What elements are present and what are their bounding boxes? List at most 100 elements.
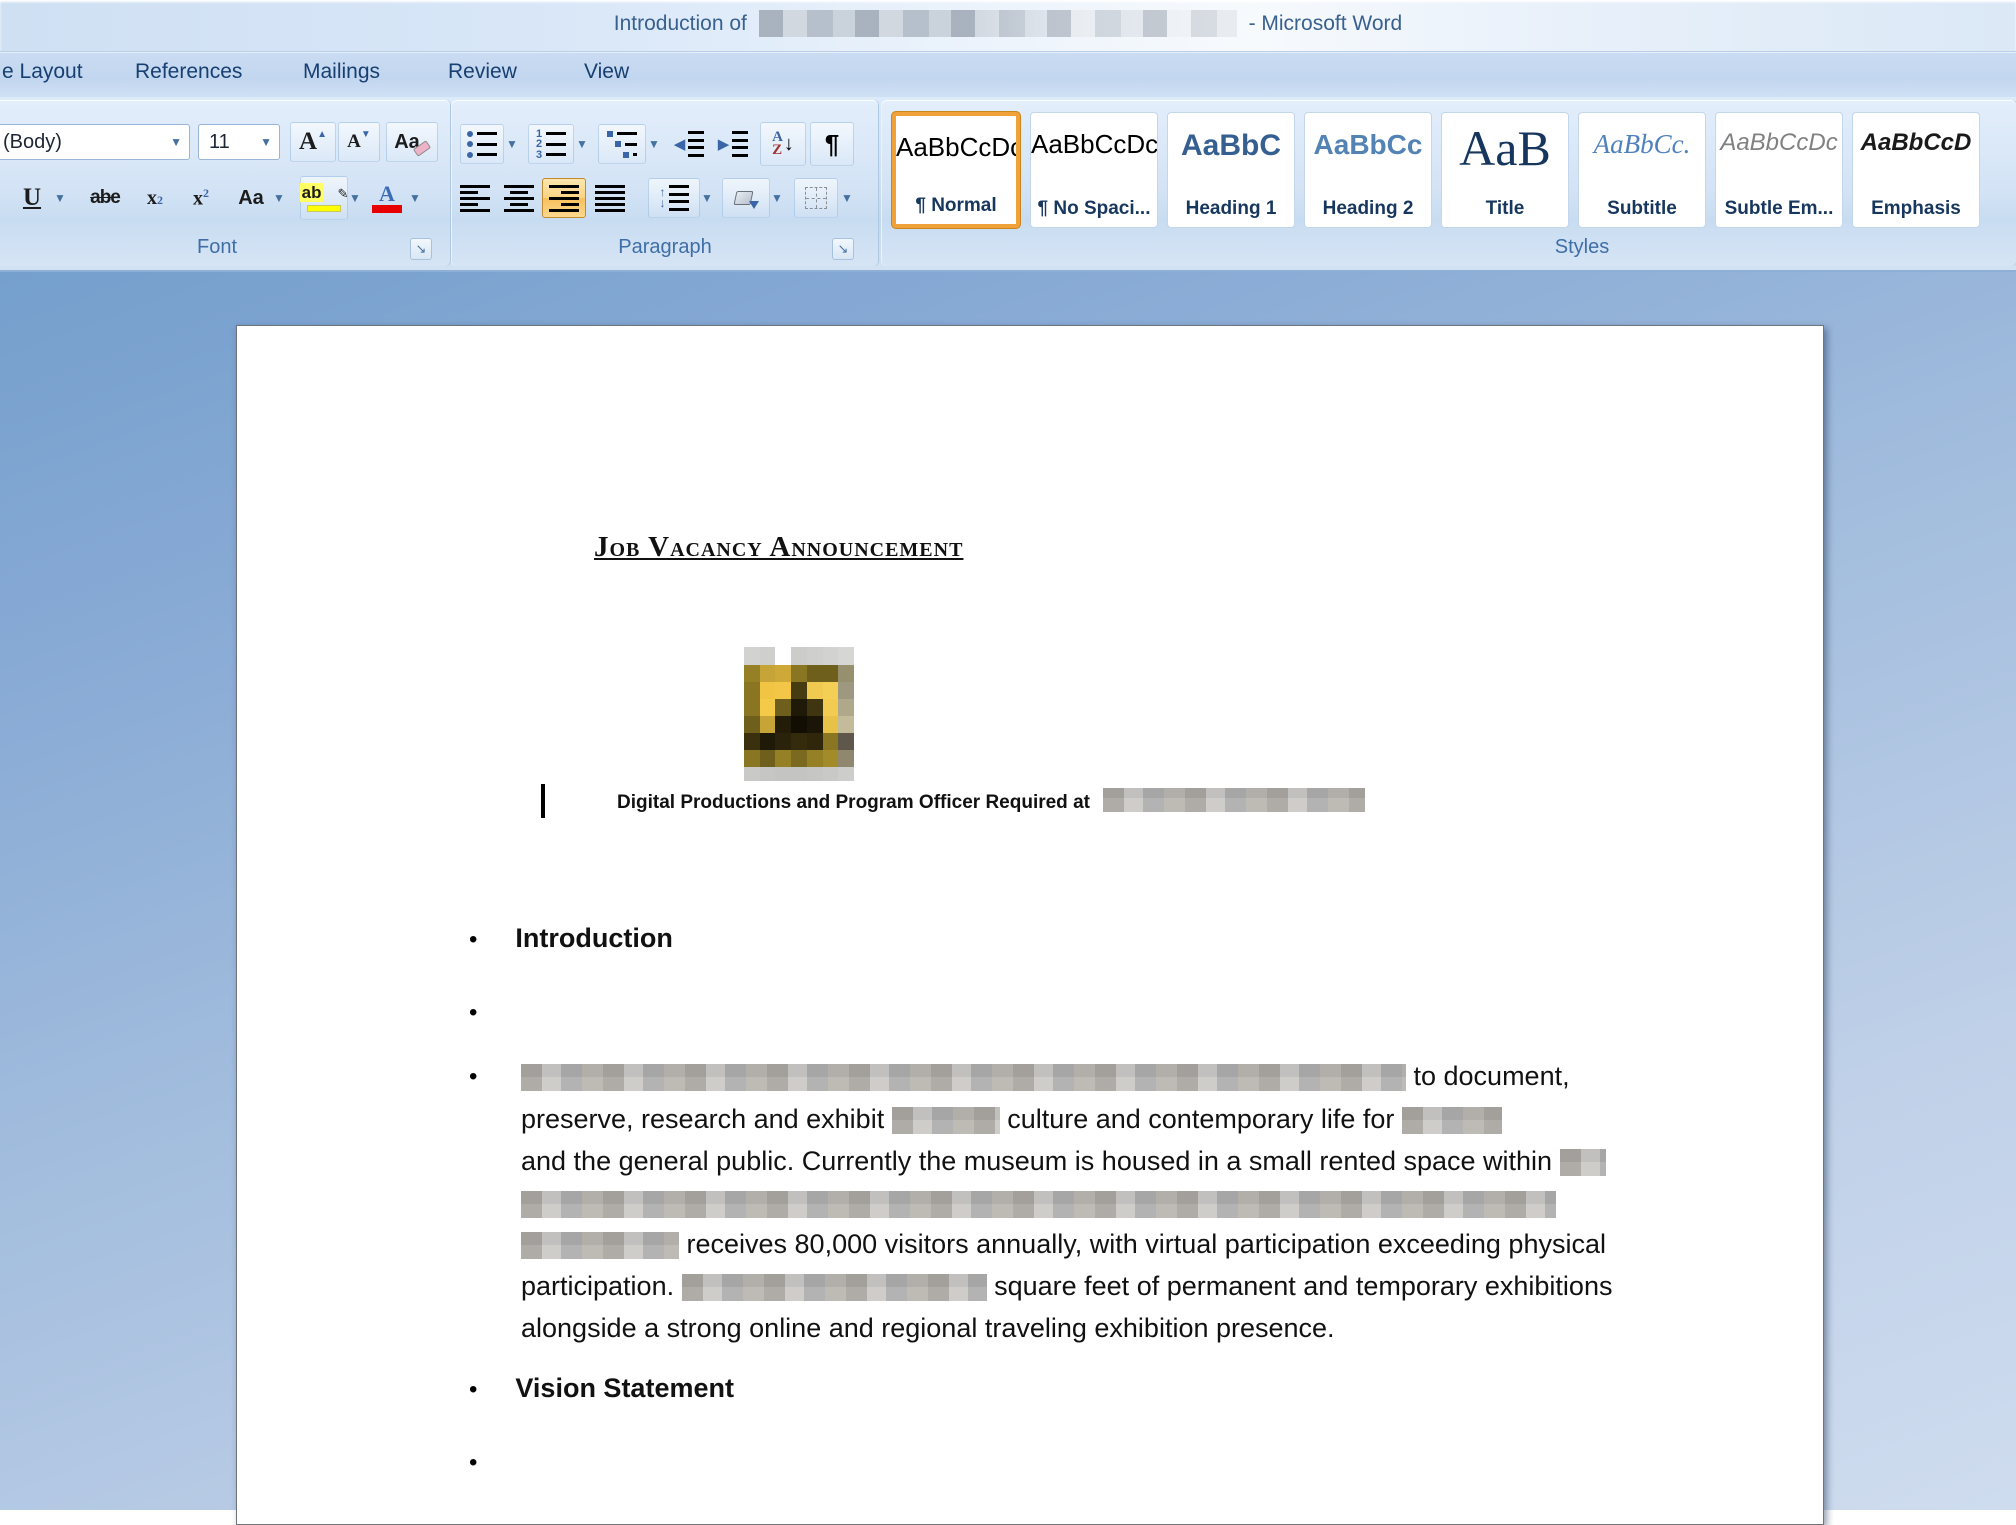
logo-pixel <box>838 767 854 781</box>
shading-button[interactable] <box>722 178 770 218</box>
organization-logo <box>744 647 854 781</box>
logo-pixel <box>760 682 776 699</box>
line-spacing-button[interactable]: ↑↓ <box>648 178 700 218</box>
clear-formatting-button[interactable]: Aa <box>386 122 438 162</box>
superscript-button[interactable]: x2 <box>180 178 222 218</box>
body-text: and the general public. Currently the mu… <box>521 1146 1560 1176</box>
logo-pixel <box>744 716 760 733</box>
logo-pixel <box>791 682 807 699</box>
borders-dropdown[interactable]: ▼ <box>840 190 854 206</box>
logo-pixel <box>791 750 807 767</box>
font-group-label: Font <box>0 236 450 262</box>
redacted-text <box>1103 788 1365 812</box>
multilevel-list-button[interactable] <box>598 124 646 164</box>
chevron-down-icon[interactable]: ▼ <box>260 135 272 149</box>
logo-pixel <box>838 733 854 750</box>
justify-button[interactable] <box>588 178 632 218</box>
paragraph-dialog-launcher[interactable]: ↘ <box>832 238 854 260</box>
tab-view[interactable]: View <box>584 60 629 84</box>
highlight-icon: ab✎ <box>300 184 349 212</box>
grow-font-button[interactable]: A▲ <box>290 122 336 162</box>
numbering-dropdown[interactable]: ▼ <box>574 136 590 152</box>
font-color-bar <box>372 205 402 213</box>
shrink-font-button[interactable]: A▼ <box>338 122 380 162</box>
highlight-color-bar <box>307 205 341 212</box>
chevron-down-icon[interactable]: ▼ <box>170 135 182 149</box>
logo-pixel <box>760 767 776 781</box>
increase-indent-icon: ▶ <box>718 131 749 157</box>
style-emphasis[interactable]: AaBbCcD Emphasis <box>1852 112 1980 228</box>
show-paragraph-marks-button[interactable]: ¶ <box>810 122 854 166</box>
window-title-prefix: Introduction of <box>614 12 747 35</box>
highlight-button[interactable]: ab✎ <box>300 176 348 220</box>
decrease-indent-button[interactable]: ◀ <box>668 124 710 164</box>
bullets-button[interactable] <box>460 124 504 164</box>
logo-pixel <box>838 699 854 716</box>
tab-review[interactable]: Review <box>448 60 517 84</box>
align-right-icon <box>549 185 579 212</box>
style-heading-2[interactable]: AaBbCc Heading 2 <box>1304 112 1432 228</box>
font-size-value: 11 <box>209 131 230 154</box>
change-case-dropdown[interactable]: ▼ <box>272 190 286 206</box>
body-text: alongside a strong online and regional t… <box>521 1313 1335 1343</box>
redacted-text <box>1560 1149 1606 1176</box>
highlight-dropdown[interactable]: ▼ <box>348 190 362 206</box>
tab-mailings[interactable]: Mailings <box>303 60 380 84</box>
shrink-font-icon: A <box>347 131 361 153</box>
numbering-button[interactable]: 1 2 3 <box>528 124 574 164</box>
redacted-text <box>682 1274 987 1301</box>
font-name-combobox[interactable]: (Body) ▼ <box>0 124 190 160</box>
shading-dropdown[interactable]: ▼ <box>770 190 784 206</box>
down-triangle-icon: ▼ <box>361 129 371 140</box>
tab-references[interactable]: References <box>135 60 242 84</box>
font-color-button[interactable]: A <box>366 176 408 220</box>
font-color-dropdown[interactable]: ▼ <box>408 190 422 206</box>
font-size-combobox[interactable]: 11 ▼ <box>198 124 280 160</box>
style-no-spacing[interactable]: AaBbCcDc ¶ No Spaci... <box>1030 112 1158 228</box>
subscript-icon: x2 <box>147 187 163 210</box>
increase-indent-button[interactable]: ▶ <box>712 124 754 164</box>
bullet-heading-text: Vision Statement <box>515 1373 734 1403</box>
sort-button[interactable]: AZ ↓ <box>760 122 806 166</box>
logo-pixel <box>760 750 776 767</box>
align-left-button[interactable] <box>454 178 496 218</box>
borders-button[interactable] <box>794 178 838 218</box>
body-text: preserve, research and exhibit <box>521 1104 892 1134</box>
align-right-button[interactable] <box>542 178 586 218</box>
change-case-button[interactable]: Aa <box>230 178 272 218</box>
bullets-dropdown[interactable]: ▼ <box>504 136 520 152</box>
paragraph-group-label: Paragraph <box>452 236 878 262</box>
underline-dropdown[interactable]: ▼ <box>52 190 68 206</box>
font-dialog-launcher[interactable]: ↘ <box>410 238 432 260</box>
subscript-button[interactable]: x2 <box>134 178 176 218</box>
style-title[interactable]: AaB Title <box>1441 112 1569 228</box>
up-triangle-icon: ▲ <box>317 129 327 140</box>
logo-pixel <box>760 647 776 665</box>
logo-pixel <box>807 647 823 665</box>
align-center-button[interactable] <box>498 178 540 218</box>
underline-button[interactable]: U <box>12 178 52 218</box>
logo-pixel <box>760 733 776 750</box>
body-text: participation. <box>521 1271 682 1301</box>
style-heading-1[interactable]: AaBbC Heading 1 <box>1167 112 1295 228</box>
logo-pixel <box>823 647 839 665</box>
style-normal[interactable]: AaBbCcDc ¶ Normal <box>892 112 1020 228</box>
line-spacing-dropdown[interactable]: ▼ <box>700 190 714 206</box>
logo-pixel <box>838 716 854 733</box>
style-subtitle[interactable]: AaBbCc. Subtitle <box>1578 112 1706 228</box>
logo-pixel <box>775 647 791 665</box>
caption-text: Digital Productions and Program Officer … <box>617 792 1090 813</box>
body-text-line <box>521 1188 1681 1219</box>
logo-pixel <box>775 699 791 716</box>
align-left-icon <box>460 185 490 212</box>
logo-pixel <box>807 767 823 781</box>
document-heading: Job Vacancy Announcement <box>594 531 963 564</box>
strikethrough-button[interactable]: abe <box>82 178 128 218</box>
tab-page-layout[interactable]: e Layout <box>2 60 83 84</box>
style-subtle-emphasis[interactable]: AaBbCcDc Subtle Em... <box>1715 112 1843 228</box>
logo-pixel <box>807 682 823 699</box>
decrease-indent-icon: ◀ <box>674 131 705 157</box>
document-page[interactable]: Job Vacancy Announcement Digital Product… <box>236 325 1824 1525</box>
multilevel-dropdown[interactable]: ▼ <box>646 136 662 152</box>
logo-pixel <box>744 647 760 665</box>
